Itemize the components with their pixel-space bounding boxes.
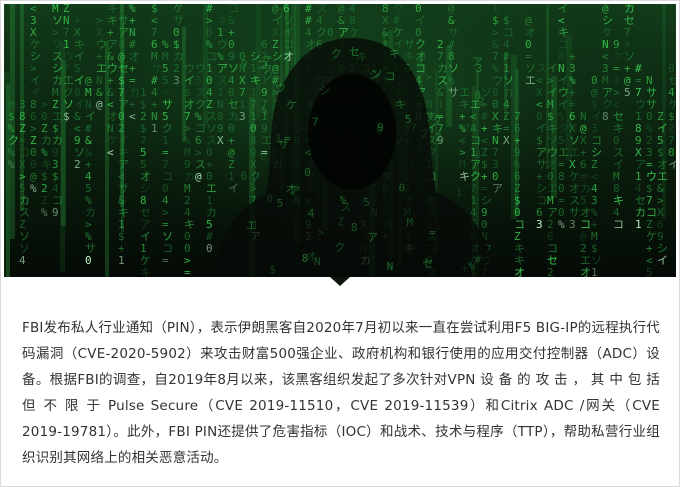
code-rain-glyph: 2: [421, 127, 428, 140]
code-rain-glyph: #: [475, 253, 482, 266]
code-rain-glyph: %: [468, 259, 475, 272]
code-rain-glyph: N: [387, 260, 394, 273]
matrix-hacker-silhouette-image: @$%ク%%38Z=コX>5カスZソソ4<3Xケシ>イイ86>Z00@%>0Zカ…: [4, 4, 676, 277]
code-rain-glyph: 1: [456, 186, 463, 199]
code-rain-glyph: ク: [331, 47, 342, 60]
article-card: @$%ク%%38Z=コX>5カスZソソ4<3Xケシ>イイ86>Z00@%>0Zカ…: [0, 0, 680, 487]
code-rain-glyph: 7: [410, 121, 417, 134]
code-rain-glyph: シ: [369, 68, 380, 81]
code-rain-glyph: 4: [475, 148, 482, 161]
hero-illustration: @$%ク%%38Z=コX>5カスZソソ4<3Xケシ>イイ86>Z00@%>0Zカ…: [4, 4, 676, 277]
code-rain-glyph: キ: [389, 47, 400, 60]
code-rain-glyph: <: [440, 80, 447, 93]
code-rain-glyph: <: [249, 177, 256, 190]
code-rain-glyph: 6: [241, 170, 248, 183]
code-rain-glyph: セ: [257, 149, 268, 162]
code-rain-glyph: 8: [351, 221, 358, 234]
code-rain-glyph: 0: [399, 181, 406, 194]
code-rain-glyph: 7: [312, 116, 319, 129]
code-rain-glyph: Z: [337, 215, 344, 228]
code-rain-glyph: ア: [367, 231, 378, 244]
code-rain-glyph: ア: [289, 185, 300, 198]
code-rain-glyph: 2: [435, 131, 442, 144]
code-rain-glyph: ケ: [433, 113, 444, 126]
code-rain-glyph: N: [314, 255, 321, 268]
code-rain-glyph: <: [305, 146, 312, 159]
code-rain-glyph: サ: [278, 138, 289, 151]
code-rain-glyph: ウ: [275, 81, 286, 94]
code-rain-glyph: キ: [356, 51, 367, 64]
code-rain-glyph: 2: [478, 95, 485, 108]
code-rain-glyph: 0: [266, 193, 273, 206]
code-rain-glyph: =: [265, 51, 272, 64]
code-rain-glyph: %: [261, 105, 268, 118]
code-rain-glyph: $: [269, 263, 276, 276]
code-rain-glyph: =: [429, 226, 436, 239]
code-rain-glyph: シ: [319, 84, 330, 97]
code-rain-glyph: 5: [277, 197, 284, 210]
code-rain-glyph: 8: [302, 252, 309, 265]
code-rain-glyph: ア: [472, 55, 483, 68]
code-rain-glyph: ス: [340, 201, 351, 214]
code-rain-glyph: ソ: [263, 70, 274, 83]
code-rain-glyph: 5: [363, 196, 370, 209]
code-rain-glyph: セ: [422, 257, 433, 270]
code-rain-glyph: 0: [304, 166, 311, 179]
code-rain-glyph: エ: [246, 219, 257, 232]
code-rain-glyph: 8: [419, 50, 426, 63]
code-rain-glyph: ク: [334, 241, 345, 254]
code-rain-glyph: 9: [241, 57, 248, 70]
code-rain-glyph: >: [425, 70, 432, 83]
pointer-arrow-icon: [330, 277, 350, 286]
code-rain-glyph: キ: [395, 98, 406, 111]
code-rain-glyph: 4: [308, 207, 315, 220]
code-rain-glyph: >: [318, 226, 325, 239]
code-rain-glyph: M: [406, 216, 413, 229]
code-rain-glyph: 0: [376, 124, 383, 137]
code-rain-glyph: コ: [385, 70, 396, 83]
article-caption: FBI发布私人行业通知（PIN），表示伊朗黑客自2020年7月初以来一直在尝试利…: [22, 320, 660, 466]
code-rain-glyph: ケ: [286, 99, 297, 112]
code-rain-glyph: カ: [463, 122, 474, 135]
